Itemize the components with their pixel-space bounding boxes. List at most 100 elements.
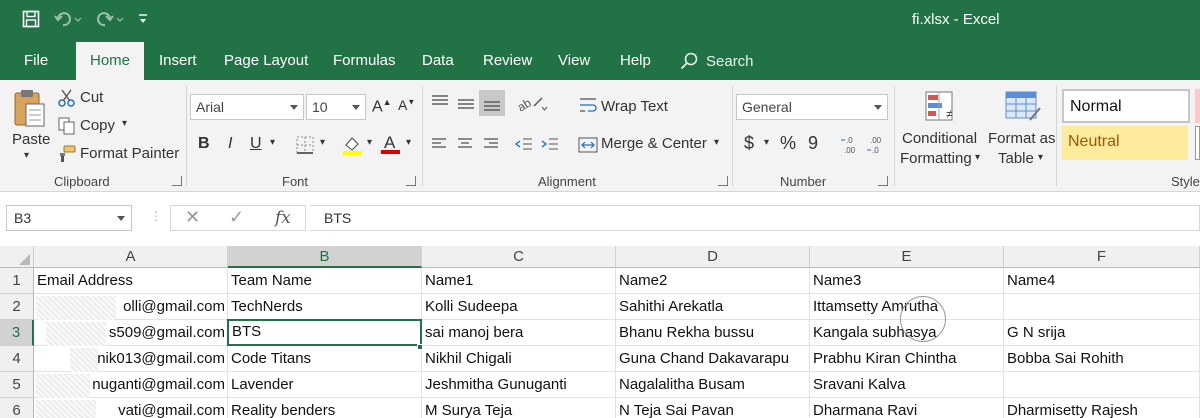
font-launcher-icon[interactable] — [406, 176, 416, 186]
decrease-decimal-icon[interactable]: .00.0 — [866, 135, 888, 158]
style-normal[interactable]: Normal — [1062, 89, 1190, 123]
italic-button[interactable]: I — [228, 135, 232, 153]
cell-name1[interactable]: Jeshmitha Gunuganti — [422, 372, 616, 398]
undo-icon[interactable] — [54, 11, 82, 27]
cell-name4[interactable]: G N srija — [1004, 320, 1200, 346]
cell-name2[interactable]: Bhanu Rekha bussu — [616, 320, 810, 346]
merge-center-button[interactable]: Merge & Center — [601, 135, 707, 152]
align-right-icon[interactable] — [482, 136, 500, 155]
tab-review[interactable]: Review — [471, 42, 544, 80]
cell-name4[interactable] — [1004, 294, 1200, 320]
increase-indent-icon[interactable] — [540, 136, 560, 155]
borders-dropdown-icon[interactable]: ▾ — [320, 137, 325, 148]
format-table-dropdown-icon[interactable]: ▾ — [1038, 152, 1043, 163]
format-as-table-line2[interactable]: Table — [998, 150, 1034, 167]
paste-dropdown-icon[interactable]: ▾ — [24, 150, 29, 161]
fill-handle[interactable] — [417, 344, 423, 350]
row-header-6[interactable]: 6 — [0, 398, 34, 418]
row-header-4[interactable]: 4 — [0, 346, 34, 372]
cell-team[interactable]: Reality benders — [228, 398, 422, 418]
cell-name1[interactable]: sai manoj bera — [422, 320, 616, 346]
cell-team[interactable]: BTS — [227, 319, 422, 346]
cell-name1[interactable]: M Surya Teja — [422, 398, 616, 418]
column-header-a[interactable]: A — [34, 246, 228, 268]
save-icon[interactable] — [22, 10, 40, 28]
tab-home[interactable]: Home — [76, 42, 144, 80]
decrease-indent-icon[interactable] — [514, 136, 534, 155]
enter-icon[interactable]: ✓ — [229, 207, 244, 228]
copy-dropdown-icon[interactable]: ▾ — [122, 118, 127, 129]
cell-team[interactable]: Lavender — [228, 372, 422, 398]
cell-name2[interactable]: Nagalalitha Busam — [616, 372, 810, 398]
cell-name1[interactable]: Name1 — [422, 268, 616, 294]
cell-email[interactable]: Email Address — [34, 268, 228, 294]
cell-team[interactable]: TechNerds — [228, 294, 422, 320]
cell-name1[interactable]: Kolli Sudeepa — [422, 294, 616, 320]
paste-icon[interactable] — [12, 88, 48, 133]
redo-icon[interactable] — [96, 11, 124, 27]
font-size-select[interactable]: 10 — [306, 94, 366, 120]
number-launcher-icon[interactable] — [878, 176, 888, 186]
fill-color-icon[interactable] — [342, 134, 364, 159]
cancel-icon[interactable]: ✕ — [185, 207, 200, 228]
cell-name3[interactable]: Dharmana Ravi — [810, 398, 1004, 418]
cell-name2[interactable]: Sahithi Arekatla — [616, 294, 810, 320]
tab-file[interactable]: File — [12, 42, 60, 80]
percent-button[interactable]: % — [780, 133, 796, 154]
currency-dropdown-icon[interactable]: ▾ — [764, 137, 769, 148]
cell-name4[interactable] — [1004, 372, 1200, 398]
increase-font-size-icon[interactable]: A▲ — [372, 97, 392, 116]
clipboard-launcher-icon[interactable] — [172, 176, 182, 186]
search-box[interactable]: Search — [680, 42, 754, 80]
tab-help[interactable]: Help — [608, 42, 663, 80]
cut-button[interactable]: Cut — [80, 89, 103, 106]
alignment-launcher-icon[interactable] — [718, 176, 728, 186]
cell-team[interactable]: Code Titans — [228, 346, 422, 372]
wrap-text-button[interactable]: Wrap Text — [601, 98, 668, 115]
copy-button[interactable]: Copy — [80, 117, 115, 134]
decrease-font-size-icon[interactable]: A▼ — [398, 97, 415, 113]
fill-color-dropdown-icon[interactable]: ▾ — [367, 137, 372, 148]
row-header-3[interactable]: 3 — [0, 320, 34, 346]
cell-name1[interactable]: Nikhil Chigali — [422, 346, 616, 372]
style-bad-partial[interactable] — [1195, 89, 1200, 123]
font-color-icon[interactable]: A — [380, 132, 402, 159]
currency-button[interactable]: $ — [744, 133, 754, 154]
conditional-dropdown-icon[interactable]: ▾ — [975, 152, 980, 163]
cell-name2[interactable]: Guna Chand Dakavarapu — [616, 346, 810, 372]
cell-email[interactable]: nik013@gmail.com — [34, 346, 228, 372]
column-header-b[interactable]: B — [228, 246, 422, 268]
cell-name3[interactable]: Sravani Kalva — [810, 372, 1004, 398]
underline-button[interactable]: U — [250, 135, 262, 153]
tab-page-layout[interactable]: Page Layout — [212, 42, 320, 80]
tab-formulas[interactable]: Formulas — [321, 42, 408, 80]
cell-name3[interactable]: Name3 — [810, 268, 1004, 294]
conditional-formatting-line2[interactable]: Formatting — [900, 150, 972, 167]
tab-insert[interactable]: Insert — [147, 42, 209, 80]
number-format-select[interactable]: General — [736, 94, 888, 120]
column-header-f[interactable]: F — [1004, 246, 1200, 268]
style-check-partial[interactable] — [1195, 126, 1200, 160]
column-header-d[interactable]: D — [616, 246, 810, 268]
bold-button[interactable]: B — [198, 135, 210, 153]
tab-view[interactable]: View — [546, 42, 602, 80]
select-all-button[interactable] — [0, 246, 34, 268]
cell-name4[interactable]: Dharmisetty Rajesh — [1004, 398, 1200, 418]
align-left-icon[interactable] — [430, 136, 448, 155]
align-top-icon[interactable] — [430, 94, 450, 113]
customize-qat-icon[interactable] — [138, 13, 148, 25]
orientation-icon[interactable]: ab — [515, 94, 548, 115]
tab-data[interactable]: Data — [410, 42, 466, 80]
style-neutral[interactable]: Neutral — [1062, 126, 1188, 160]
column-header-e[interactable]: E — [810, 246, 1004, 268]
font-name-select[interactable]: Arial — [190, 94, 304, 120]
cell-team[interactable]: Team Name — [228, 268, 422, 294]
conditional-formatting-line1[interactable]: Conditional — [902, 130, 977, 147]
insert-function-button[interactable]: fx — [275, 208, 291, 228]
column-header-c[interactable]: C — [422, 246, 616, 268]
align-middle-icon[interactable] — [456, 96, 476, 115]
align-center-icon[interactable] — [456, 136, 474, 155]
increase-decimal-icon[interactable]: .0.00 — [840, 135, 862, 158]
cell-name2[interactable]: N Teja Sai Pavan — [616, 398, 810, 418]
row-header-2[interactable]: 2 — [0, 294, 34, 320]
